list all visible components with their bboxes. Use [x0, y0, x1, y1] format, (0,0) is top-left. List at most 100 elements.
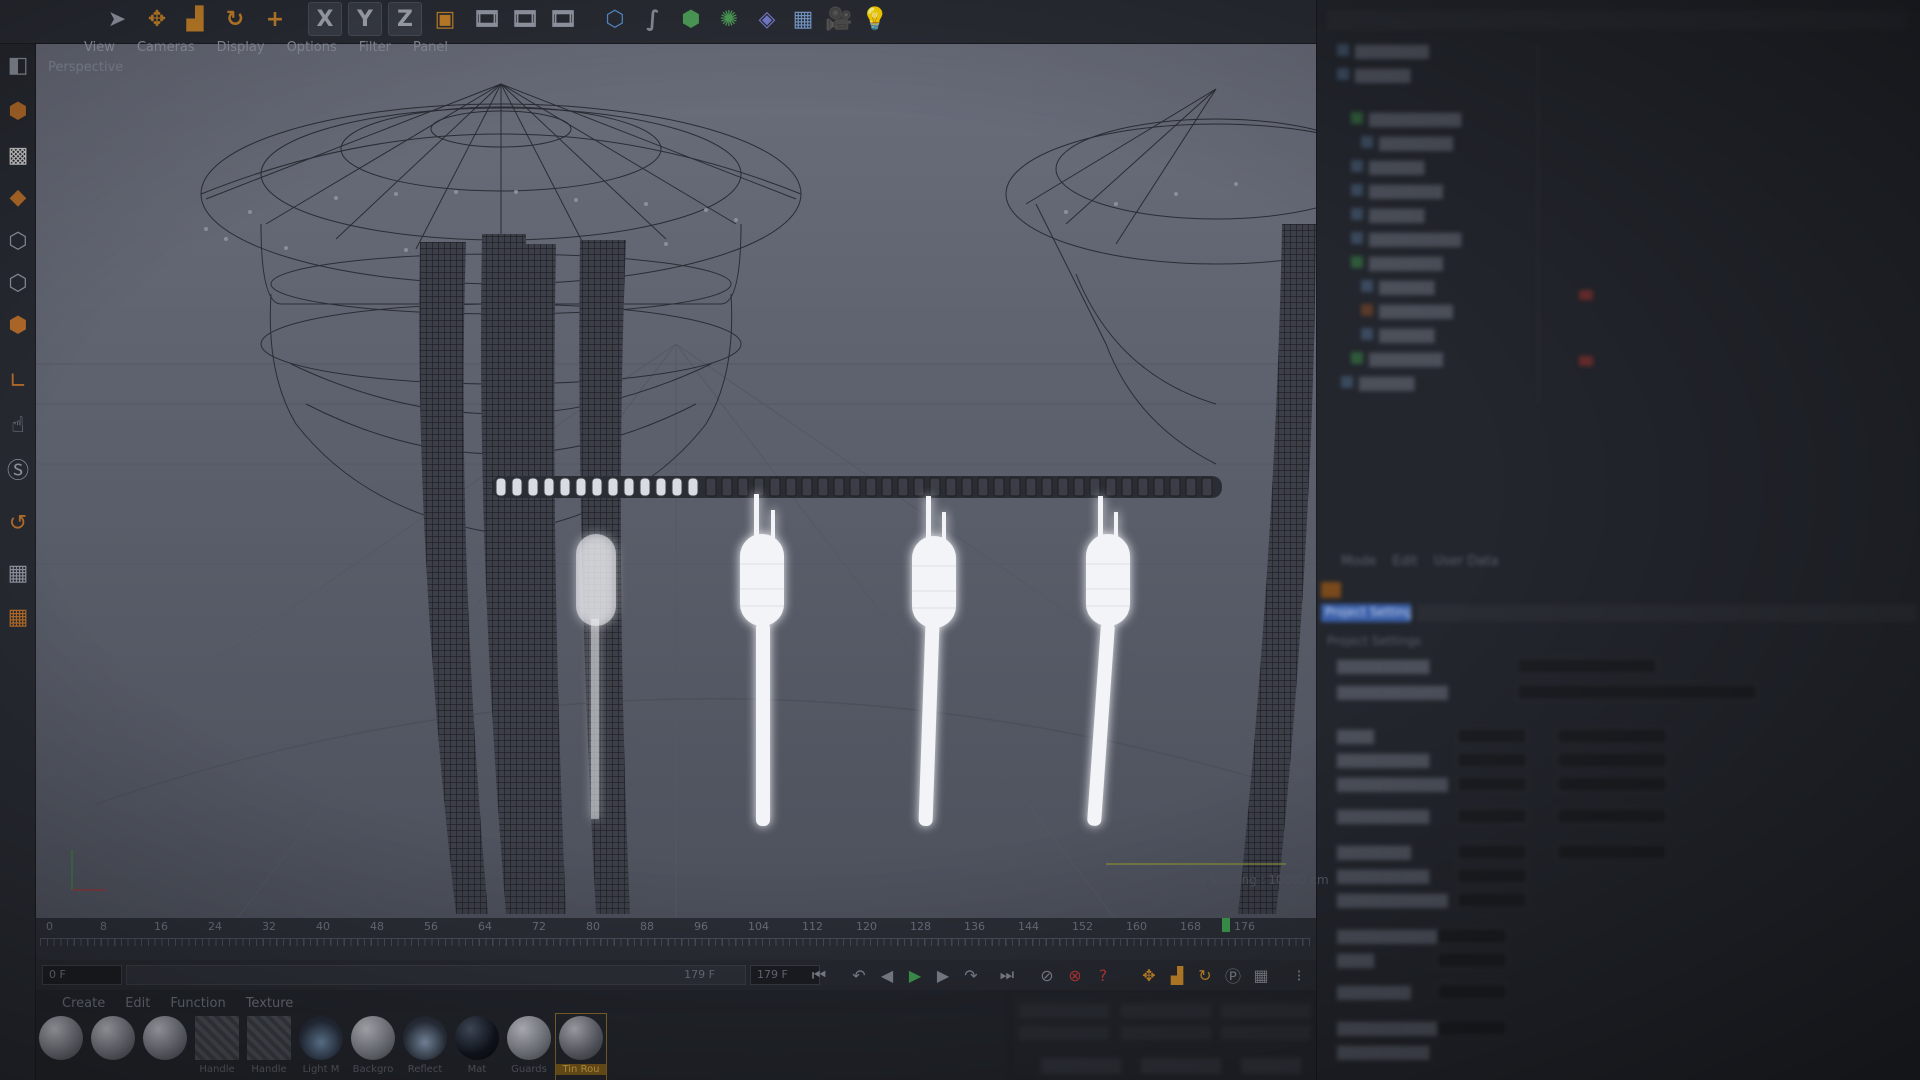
coordinate-system-icon[interactable]: ▣ — [428, 2, 462, 36]
texture-mode-icon[interactable]: ▩ — [2, 138, 34, 172]
timeline-tick: 120 — [856, 920, 877, 933]
object-manager: ████████ ██████ ██████████ ████████ ████… — [1317, 0, 1920, 540]
menu-cameras[interactable]: Cameras — [137, 40, 195, 60]
menu-function[interactable]: Function — [170, 996, 225, 1016]
menu-mode[interactable]: Mode — [1341, 554, 1376, 569]
keyframe-selection-icon[interactable]: ? — [1090, 962, 1116, 988]
material-slot[interactable]: Handle — [244, 1014, 294, 1080]
material-slot[interactable]: Light M — [296, 1014, 346, 1080]
transport-bar: 0 F 179 F 179 F ⏮ ↶ ◀ ▶ ▶ ↷ ⏭ ⊘ ⊗ ? ✥ ▟ … — [36, 960, 1316, 990]
x-axis-button[interactable]: X — [308, 2, 342, 36]
camera-icon[interactable]: 🎥 — [822, 2, 856, 36]
deformer-icon[interactable]: ◈ — [750, 2, 784, 36]
go-to-end-icon[interactable]: ⏭ — [994, 962, 1020, 988]
previous-key-icon[interactable]: ↶ — [846, 962, 872, 988]
key-pla-icon[interactable]: ▦ — [1248, 962, 1274, 988]
material-slot[interactable]: Reflect — [400, 1014, 450, 1080]
material-slot[interactable]: Guards — [504, 1014, 554, 1080]
timeline-settings-icon[interactable]: ⁝ — [1286, 962, 1312, 988]
autokey-icon[interactable]: ⊗ — [1062, 962, 1088, 988]
spline-pen-icon[interactable]: ∫ — [636, 2, 670, 36]
render-view-icon[interactable]: 🎞 — [470, 2, 504, 36]
magnet-icon[interactable]: ↺ — [2, 506, 34, 540]
viewport-menu-bar: View Cameras Display Options Filter Pane… — [36, 40, 1316, 60]
light-bulb-icon[interactable]: 💡 — [858, 2, 892, 36]
make-editable-icon[interactable]: ◧ — [2, 48, 34, 82]
menu-view[interactable]: View — [84, 40, 115, 60]
locked-workplane-icon[interactable]: ▦ — [2, 556, 34, 590]
edges-mode-icon[interactable]: ⬡ — [2, 266, 34, 300]
model-mode-icon[interactable]: ⬢ — [2, 94, 34, 128]
attribute-tab-strip — [1417, 604, 1917, 622]
current-frame-field[interactable]: 0 F — [42, 965, 122, 985]
menu-edit[interactable]: Edit — [125, 996, 150, 1016]
cube-primitive-icon[interactable]: ⬡ — [598, 2, 632, 36]
timeline-tick: 16 — [154, 920, 168, 933]
material-slot[interactable]: Mat — [452, 1014, 502, 1080]
timeline-ruler[interactable]: 0 8 16 24 32 40 48 56 64 72 80 88 96 104… — [36, 918, 1316, 960]
attribute-section-title: Project Settings — [1327, 634, 1422, 648]
menu-texture[interactable]: Texture — [246, 996, 294, 1016]
menu-filter[interactable]: Filter — [359, 40, 391, 60]
next-key-icon[interactable]: ↷ — [958, 962, 984, 988]
preview-range-slider[interactable]: 179 F — [126, 965, 746, 985]
rotate-tool-icon[interactable]: ↻ — [218, 2, 252, 36]
move-cursor-icon[interactable]: ➤ — [100, 2, 134, 36]
material-slot-selected[interactable]: Tin Rou — [555, 1013, 607, 1080]
timeline-tick: 168 — [1180, 920, 1201, 933]
key-parameter-icon[interactable]: Ⓟ — [1220, 962, 1246, 988]
viewport-label: Perspective — [48, 60, 124, 75]
timeline-tick: 152 — [1072, 920, 1093, 933]
points-mode-icon[interactable]: ⬡ — [2, 224, 34, 258]
project-settings-tab[interactable]: Project Settings — [1321, 604, 1411, 622]
play-icon[interactable]: ▶ — [902, 962, 928, 988]
material-slot[interactable]: Handle — [192, 1014, 242, 1080]
timeline-tick: 32 — [262, 920, 276, 933]
tweak-mode-icon[interactable]: ☝ — [2, 408, 34, 442]
previous-frame-icon[interactable]: ◀ — [874, 962, 900, 988]
timeline-tick: 136 — [964, 920, 985, 933]
material-slot[interactable] — [88, 1014, 138, 1080]
axis-mode-icon[interactable]: ∟ — [2, 364, 34, 398]
planar-workplane-icon[interactable]: ▦ — [2, 600, 34, 634]
menu-panel[interactable]: Panel — [413, 40, 448, 60]
timeline-tick: 0 — [46, 920, 53, 933]
menu-options[interactable]: Options — [287, 40, 337, 60]
timeline-tick: 8 — [100, 920, 107, 933]
scale-tool-icon[interactable]: ▟ — [178, 2, 212, 36]
key-rotation-icon[interactable]: ↻ — [1192, 962, 1218, 988]
menu-display[interactable]: Display — [217, 40, 265, 60]
y-axis-button[interactable]: Y — [348, 2, 382, 36]
right-manager-panel: ████████ ██████ ██████████ ████████ ████… — [1316, 0, 1920, 1080]
material-slot[interactable] — [140, 1014, 190, 1080]
perspective-viewport[interactable] — [36, 44, 1316, 920]
key-scale-icon[interactable]: ▟ — [1164, 962, 1190, 988]
add-object-icon[interactable]: + — [258, 2, 292, 36]
material-slot[interactable] — [36, 1014, 86, 1080]
workplane-icon[interactable]: ◆ — [2, 180, 34, 214]
menu-edit-attr[interactable]: Edit — [1392, 554, 1417, 569]
snap-icon[interactable]: Ⓢ — [2, 452, 34, 486]
timeline-tick: 104 — [748, 920, 769, 933]
material-slot[interactable]: Backgro — [348, 1014, 398, 1080]
menu-create[interactable]: Create — [62, 996, 105, 1016]
timeline-tick: 80 — [586, 920, 600, 933]
timeline-tick: 40 — [316, 920, 330, 933]
floor-environment-icon[interactable]: ▦ — [786, 2, 820, 36]
mograph-icon[interactable]: ✺ — [712, 2, 746, 36]
render-settings-icon[interactable]: 🎞 — [546, 2, 580, 36]
polygons-mode-icon[interactable]: ⬢ — [2, 308, 34, 342]
attribute-fields: ██████████ ████████████ ████ ██████████ … — [1317, 650, 1920, 1080]
render-picture-icon[interactable]: 🎞 — [508, 2, 542, 36]
z-axis-button[interactable]: Z — [388, 2, 422, 36]
timeline-playhead[interactable] — [1222, 918, 1230, 932]
record-keys-icon[interactable]: ⊘ — [1034, 962, 1060, 988]
timeline-tick: 56 — [424, 920, 438, 933]
viewport-scene — [36, 44, 1316, 920]
subdivision-icon[interactable]: ⬢ — [674, 2, 708, 36]
go-to-start-icon[interactable]: ⏮ — [806, 962, 832, 988]
key-position-icon[interactable]: ✥ — [1136, 962, 1162, 988]
next-frame-icon[interactable]: ▶ — [930, 962, 956, 988]
menu-user-data[interactable]: User Data — [1434, 554, 1499, 569]
move-tool-icon[interactable]: ✥ — [140, 2, 174, 36]
